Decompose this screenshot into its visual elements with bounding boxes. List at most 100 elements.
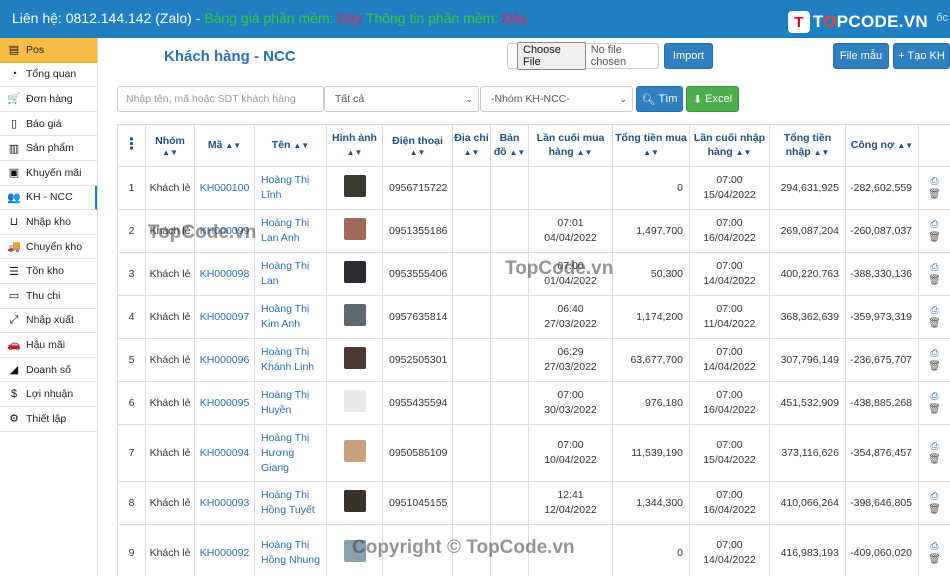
header-image[interactable]: Hình ảnh ▲▼ xyxy=(326,124,383,167)
print-icon[interactable]: ⎙ xyxy=(931,176,939,187)
column-menu-icon[interactable]: ⋮ xyxy=(117,124,146,167)
sidebar-item-san-pham[interactable]: ▥ Sản phẩm xyxy=(0,136,97,161)
customer-avatar[interactable] xyxy=(343,346,366,369)
add-customer-button[interactable]: + Tạo KH xyxy=(893,43,950,69)
sidebar-item-bao-gia[interactable]: ▯ Báo giá xyxy=(0,112,97,137)
trash-icon[interactable]: 🗑 xyxy=(928,275,941,286)
table-row[interactable]: 2 Khách lẻ KH000099 Hoàng Thị Lan Anh 095135… xyxy=(117,209,950,253)
customer-avatar[interactable] xyxy=(343,389,366,412)
print-icon[interactable]: ⎙ xyxy=(931,219,939,230)
header-last-buy[interactable]: Lần cuối mua hàng ▲▼ xyxy=(528,124,613,167)
trash-icon[interactable]: 🗑 xyxy=(928,404,941,415)
header-total-buy-label: Tổng tiền mua xyxy=(615,132,687,144)
sidebar-item-chuyen-kho[interactable]: 🚚 Chuyển kho xyxy=(0,235,97,260)
type-select[interactable]: Tất cả ⌄ xyxy=(324,86,479,112)
sidebar-item-kh-ncc[interactable]: 👥 KH - NCC xyxy=(0,185,97,211)
info-link[interactable]: Đây xyxy=(502,10,527,26)
customer-avatar[interactable] xyxy=(343,439,366,462)
customer-avatar[interactable] xyxy=(343,303,366,326)
sidebar-item-loi-nhuan[interactable]: $ Lợi nhuận xyxy=(0,382,97,407)
cell-name[interactable]: Hoàng Thị Khánh Linh xyxy=(254,338,327,382)
table-row[interactable]: 8 Khách lẻ KH000093 Hoàng Thị Hồng Tuyết 095… xyxy=(117,481,950,525)
cell-code[interactable]: KH000099 xyxy=(194,209,255,253)
table-row[interactable]: 5 Khách lẻ KH000096 Hoàng Thị Khánh Linh 095… xyxy=(117,338,950,382)
import-button[interactable]: Import xyxy=(664,43,713,69)
table-row[interactable]: 3 Khách lẻ KH000098 Hoàng Thị Lan 0953555406… xyxy=(117,252,950,296)
cell-name[interactable]: Hoàng Thị Lan Anh xyxy=(254,209,327,253)
table-row[interactable]: 4 Khách lẻ KH000097 Hoàng Thị Kim Anh 095763… xyxy=(117,295,950,339)
customer-avatar[interactable] xyxy=(343,217,366,240)
trash-icon[interactable]: 🗑 xyxy=(928,504,941,515)
header-code[interactable]: Mã ▲▼ xyxy=(194,124,255,167)
table-row[interactable]: 6 Khách lẻ KH000095 Hoàng Thị Huyền 09554355… xyxy=(117,381,950,425)
group-select[interactable]: -Nhóm KH-NCC- ⌄ xyxy=(480,86,633,112)
print-icon[interactable]: ⎙ xyxy=(931,348,939,359)
cell-code[interactable]: KH000098 xyxy=(194,252,255,296)
trash-icon[interactable]: 🗑 xyxy=(928,232,941,243)
cell-name[interactable]: Hoàng Thị Lan xyxy=(254,252,327,296)
cell-code[interactable]: KH000097 xyxy=(194,295,255,339)
cell-name[interactable]: Hoàng Thị Hương Giang xyxy=(254,424,327,482)
print-icon[interactable]: ⎙ xyxy=(931,305,939,316)
print-icon[interactable]: ⎙ xyxy=(931,491,939,502)
file-mau-button[interactable]: File mẫu xyxy=(833,43,889,69)
sidebar-item-don-hang[interactable]: 🛒 Đơn hàng xyxy=(0,87,97,112)
customer-avatar[interactable] xyxy=(343,489,366,512)
excel-button[interactable]: ⬇ Excel xyxy=(686,86,739,112)
cell-code[interactable]: KH000094 xyxy=(194,424,255,482)
header-total-buy[interactable]: Tổng tiền mua ▲▼ xyxy=(612,124,690,167)
header-name[interactable]: Tên ▲▼ xyxy=(254,124,327,167)
cell-name[interactable]: Hoàng Thị Hồng Nhung xyxy=(254,524,327,576)
sidebar-item-doanh-so[interactable]: ◢ Doanh số xyxy=(0,358,97,383)
trash-icon[interactable]: 🗑 xyxy=(928,454,941,465)
price-link[interactable]: Đây xyxy=(337,10,362,26)
table-row[interactable]: 7 Khách lẻ KH000094 Hoàng Thị Hương Giang 09… xyxy=(117,424,950,482)
search-button[interactable]: 🔍︎ Tìm xyxy=(636,86,683,112)
header-last-import[interactable]: Lần cuối nhập hàng ▲▼ xyxy=(689,124,770,167)
sidebar-item-nhap-kho[interactable]: ⊔ Nhập kho xyxy=(0,210,97,235)
header-address[interactable]: Địa chỉ ▲▼ xyxy=(452,124,491,167)
header-total-import[interactable]: Tổng tiền nhập ▲▼ xyxy=(769,124,846,167)
print-icon[interactable]: ⎙ xyxy=(931,391,939,402)
customer-avatar[interactable] xyxy=(343,260,366,283)
header-map[interactable]: Bản đồ ▲▼ xyxy=(490,124,529,167)
header-phone[interactable]: Điện thoại ▲▼ xyxy=(382,124,453,167)
cell-code[interactable]: KH000093 xyxy=(194,481,255,525)
print-icon[interactable]: ⎙ xyxy=(931,441,939,452)
cell-code[interactable]: KH000096 xyxy=(194,338,255,382)
table-row[interactable]: 9 Khách lẻ KH000092 Hoàng Thị Hồng Nhung 0 07… xyxy=(117,524,950,576)
sidebar-item-thu-chi[interactable]: ▭ Thu chi xyxy=(0,284,97,309)
cell-last-import: 07:00 16/04/2022 xyxy=(689,481,770,525)
sidebar-item-hau-mai[interactable]: 🚗 Hậu mãi xyxy=(0,333,97,358)
print-icon[interactable]: ⎙ xyxy=(931,541,939,552)
file-input[interactable]: Choose File No file chosen xyxy=(507,42,659,70)
cell-name[interactable]: Hoàng Thị Lĩnh xyxy=(254,166,327,210)
sidebar-item-ton-kho[interactable]: ☰ Tồn kho xyxy=(0,259,97,284)
trash-icon[interactable]: 🗑 xyxy=(928,189,941,200)
search-input[interactable]: Nhập tên, mã hoặc SDT khách hàng xyxy=(117,86,324,112)
cell-code[interactable]: KH000092 xyxy=(194,524,255,576)
cell-name[interactable]: Hoàng Thị Hồng Tuyết xyxy=(254,481,327,525)
print-icon[interactable]: ⎙ xyxy=(931,262,939,273)
cell-phone: 0956715722 xyxy=(382,166,453,210)
cell-name[interactable]: Hoàng Thị Kim Anh xyxy=(254,295,327,339)
trash-icon[interactable]: 🗑 xyxy=(928,554,941,565)
cell-code[interactable]: KH000100 xyxy=(194,166,255,210)
customer-avatar[interactable] xyxy=(343,539,366,562)
sidebar-item-nhap-xuat[interactable]: ⤢ Nhập xuất xyxy=(0,309,97,334)
table-row[interactable]: 1 Khách lẻ KH000100 Hoàng Thị Lĩnh 095671572… xyxy=(117,166,950,210)
cell-last-import: 07:00 14/04/2022 xyxy=(689,338,770,382)
sidebar-item-pos[interactable]: ▤ Pos xyxy=(0,38,97,63)
cell-code[interactable]: KH000095 xyxy=(194,381,255,425)
sidebar-item-tong-quan[interactable]: ◔ Tổng quan xyxy=(0,63,97,88)
sidebar-item-thiet-lap[interactable]: ⚙ Thiết lập xyxy=(0,407,97,432)
trash-icon[interactable]: 🗑 xyxy=(928,361,941,372)
header-debt[interactable]: Công nợ ▲▼ xyxy=(845,124,919,167)
choose-file-button[interactable]: Choose File xyxy=(517,42,586,70)
trash-icon[interactable]: 🗑 xyxy=(928,318,941,329)
sidebar-item-khuyen-mai[interactable]: ▣ Khuyến mãi xyxy=(0,161,97,186)
cell-name[interactable]: Hoàng Thị Huyền xyxy=(254,381,327,425)
sort-icon: ▲▼ xyxy=(735,148,752,157)
header-group[interactable]: Nhóm ▲▼ xyxy=(145,124,195,167)
customer-avatar[interactable] xyxy=(343,174,366,197)
